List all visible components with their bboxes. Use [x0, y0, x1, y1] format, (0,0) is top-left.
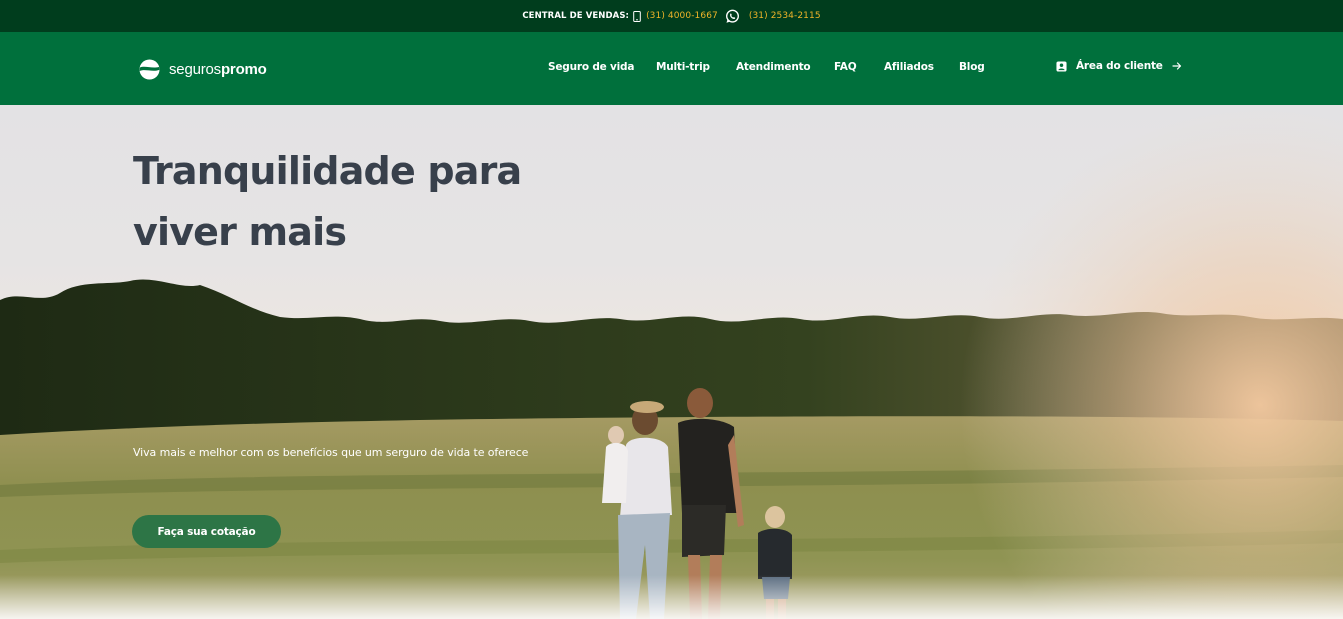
- hero-title-line-2: viver mais: [133, 210, 347, 254]
- nav-blog[interactable]: Blog: [959, 61, 985, 73]
- nav-atendimento[interactable]: Atendimento: [736, 61, 811, 73]
- whatsapp-phone-link[interactable]: (31) 2534-2115: [749, 11, 821, 21]
- sales-phone-link[interactable]: (31) 4000-1667: [646, 11, 718, 21]
- whatsapp-icon[interactable]: [725, 9, 740, 24]
- top-bar: CENTRAL DE VENDAS: (31) 4000-1667 (31) 2…: [0, 0, 1343, 32]
- client-area-link[interactable]: Área do cliente: [1056, 60, 1182, 72]
- get-quote-button[interactable]: Faça sua cotação: [132, 515, 281, 548]
- nav-seguro-de-vida[interactable]: Seguro de vida: [548, 61, 634, 73]
- hero-title: Tranquilidade para viver mais: [133, 141, 593, 263]
- nav-faq[interactable]: FAQ: [834, 61, 857, 73]
- hero-subtitle: Viva mais e melhor com os benefícios que…: [133, 446, 529, 459]
- sales-label: CENTRAL DE VENDAS:: [522, 11, 630, 21]
- main-header: seguros promo Seguro de vida Multi-trip A…: [0, 32, 1343, 105]
- arrow-right-icon: [1172, 62, 1181, 70]
- hero-title-line-1: Tranquilidade para: [133, 149, 522, 193]
- hero-section: Tranquilidade para viver mais Viva mais …: [0, 105, 1343, 619]
- nav-afiliados[interactable]: Afiliados: [884, 61, 934, 73]
- client-area-label: Área do cliente: [1076, 60, 1163, 72]
- nav-multi-trip[interactable]: Multi-trip: [656, 61, 710, 73]
- user-icon: [1056, 60, 1067, 72]
- phone-icon: [633, 10, 641, 22]
